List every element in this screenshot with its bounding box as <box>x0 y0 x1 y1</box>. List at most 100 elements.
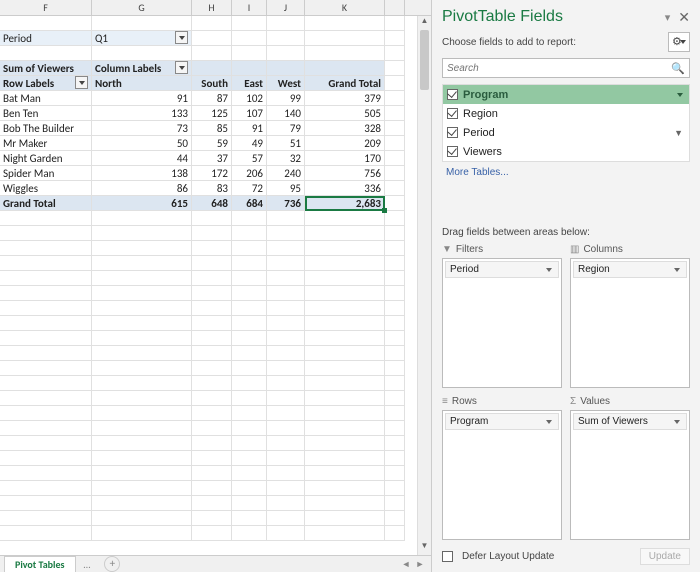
new-sheet-button[interactable]: + <box>104 556 120 572</box>
chevron-down-icon[interactable] <box>675 90 685 100</box>
scroll-thumb[interactable] <box>420 30 429 90</box>
data-cell[interactable]: 138 <box>92 166 192 181</box>
col-header[interactable]: F <box>0 0 92 15</box>
scroll-down-icon[interactable]: ▼ <box>418 541 431 555</box>
row-total-cell[interactable]: 170 <box>305 151 385 166</box>
gear-icon[interactable] <box>668 32 690 52</box>
columns-drop-zone[interactable]: Region <box>570 258 690 388</box>
row-total-cell[interactable]: 756 <box>305 166 385 181</box>
rows-drop-zone[interactable]: Program <box>442 410 562 540</box>
grand-total-value: 736 <box>267 196 305 211</box>
checkbox-icon[interactable] <box>442 551 453 562</box>
spreadsheet-area: F G H I J K Period Q1 Sum of Viewers Col… <box>0 0 432 572</box>
col-header-region: East <box>232 76 267 91</box>
row-labels-cell[interactable]: Row Labels <box>0 76 92 91</box>
tab-nav-next-icon[interactable]: ► <box>413 559 427 570</box>
report-filter-value[interactable]: Q1 <box>92 31 192 46</box>
column-labels-cell[interactable]: Column Labels <box>92 61 192 76</box>
search-box[interactable]: 🔍 <box>442 58 690 78</box>
defer-layout-checkbox[interactable]: Defer Layout Update <box>442 551 554 562</box>
filter-dropdown-icon[interactable] <box>175 31 188 44</box>
data-cell[interactable]: 73 <box>92 121 192 136</box>
data-cell[interactable]: 72 <box>232 181 267 196</box>
sheet-tab-active[interactable]: Pivot Tables <box>4 556 76 572</box>
data-cell[interactable]: 91 <box>92 91 192 106</box>
field-row[interactable]: Viewers <box>443 142 689 161</box>
field-row[interactable]: Region <box>443 104 689 123</box>
field-row[interactable]: Program <box>443 85 689 104</box>
col-header[interactable]: G <box>92 0 192 15</box>
checkbox-icon[interactable] <box>447 146 458 157</box>
row-labels-dropdown-icon[interactable] <box>75 76 88 89</box>
grid[interactable]: Period Q1 Sum of Viewers Column Labels R… <box>0 16 431 541</box>
data-cell[interactable]: 87 <box>192 91 232 106</box>
area-item[interactable]: Period <box>445 261 559 278</box>
row-total-cell[interactable]: 336 <box>305 181 385 196</box>
data-cell[interactable]: 57 <box>232 151 267 166</box>
panel-menu-icon[interactable]: ▾ <box>665 11 671 24</box>
col-header[interactable]: J <box>267 0 305 15</box>
data-cell[interactable]: 44 <box>92 151 192 166</box>
field-row[interactable]: Period▼ <box>443 123 689 142</box>
area-item[interactable]: Program <box>445 413 559 430</box>
panel-subtitle: Choose fields to add to report: <box>442 37 576 48</box>
data-cell[interactable]: 49 <box>232 136 267 151</box>
search-icon[interactable]: 🔍 <box>671 62 685 75</box>
rows-area: ≡Rows Program <box>442 396 562 540</box>
checkbox-icon[interactable] <box>447 89 458 100</box>
checkbox-icon[interactable] <box>447 108 458 119</box>
col-header[interactable]: K <box>305 0 385 15</box>
search-input[interactable] <box>447 63 671 74</box>
area-item[interactable]: Sum of Viewers <box>573 413 687 430</box>
filters-drop-zone[interactable]: Period <box>442 258 562 388</box>
data-cell[interactable]: 102 <box>232 91 267 106</box>
data-cell[interactable]: 85 <box>192 121 232 136</box>
data-cell[interactable]: 37 <box>192 151 232 166</box>
chevron-down-icon[interactable] <box>672 265 682 275</box>
data-cell[interactable]: 50 <box>92 136 192 151</box>
close-icon[interactable]: ✕ <box>678 9 690 26</box>
col-header[interactable]: H <box>192 0 232 15</box>
update-button[interactable]: Update <box>640 548 690 565</box>
chevron-down-icon[interactable] <box>544 417 554 427</box>
more-tables-link[interactable]: More Tables... <box>442 162 690 183</box>
data-cell[interactable]: 79 <box>267 121 305 136</box>
vertical-scrollbar[interactable]: ▲ ▼ <box>417 16 431 555</box>
chevron-down-icon[interactable] <box>672 417 682 427</box>
row-total-cell[interactable]: 379 <box>305 91 385 106</box>
data-cell[interactable]: 133 <box>92 106 192 121</box>
field-name: Program <box>463 89 508 101</box>
sheet-tab-more[interactable]: … <box>76 558 99 571</box>
active-cell[interactable]: 2,683 <box>305 196 385 211</box>
data-cell[interactable]: 206 <box>232 166 267 181</box>
data-cell[interactable]: 99 <box>267 91 305 106</box>
col-header[interactable]: I <box>232 0 267 15</box>
chevron-down-icon[interactable] <box>544 265 554 275</box>
data-cell[interactable]: 95 <box>267 181 305 196</box>
row-label: Spider Man <box>0 166 92 181</box>
row-total-cell[interactable]: 209 <box>305 136 385 151</box>
data-cell[interactable]: 91 <box>232 121 267 136</box>
values-drop-zone[interactable]: Sum of Viewers <box>570 410 690 540</box>
tab-nav-prev-icon[interactable]: ◄ <box>399 559 413 570</box>
data-cell[interactable]: 172 <box>192 166 232 181</box>
data-cell[interactable]: 240 <box>267 166 305 181</box>
data-cell[interactable]: 107 <box>232 106 267 121</box>
data-cell[interactable]: 59 <box>192 136 232 151</box>
field-list: Program RegionPeriod▼Viewers <box>442 84 690 162</box>
checkbox-icon[interactable] <box>447 127 458 138</box>
data-cell[interactable]: 86 <box>92 181 192 196</box>
data-cell[interactable]: 51 <box>267 136 305 151</box>
column-labels-dropdown-icon[interactable] <box>175 61 188 74</box>
data-cell[interactable]: 32 <box>267 151 305 166</box>
row-total-cell[interactable]: 328 <box>305 121 385 136</box>
data-cell[interactable]: 83 <box>192 181 232 196</box>
area-item[interactable]: Region <box>573 261 687 278</box>
columns-area-title: Columns <box>583 244 622 255</box>
row-total-cell[interactable]: 505 <box>305 106 385 121</box>
grand-total-value: 684 <box>232 196 267 211</box>
scroll-up-icon[interactable]: ▲ <box>418 16 431 30</box>
rows-area-title: Rows <box>452 396 477 407</box>
data-cell[interactable]: 125 <box>192 106 232 121</box>
data-cell[interactable]: 140 <box>267 106 305 121</box>
